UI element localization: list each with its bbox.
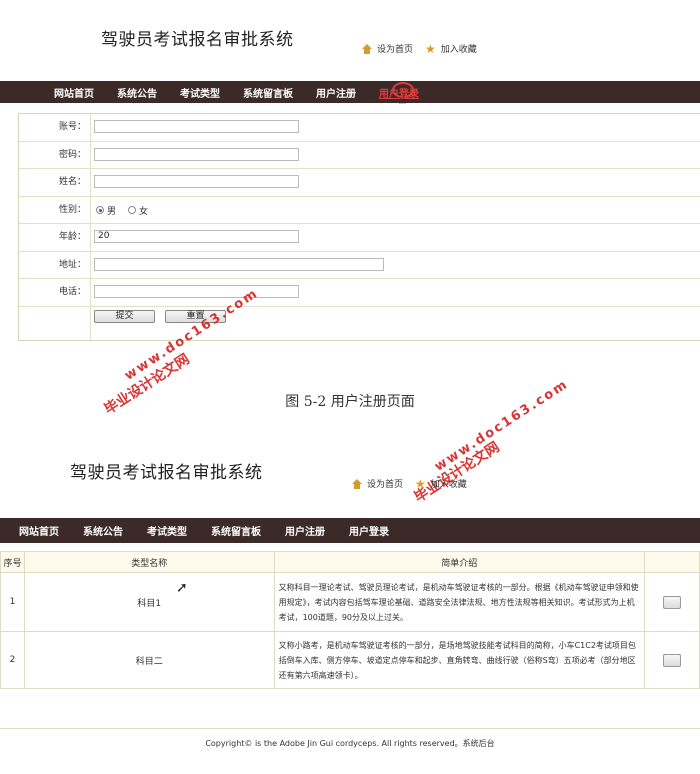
col-header-name: 类型名称	[23, 551, 275, 573]
main-nav-2: 网站首页 系统公告 考试类型 系统留言板 用户注册 用户登录	[0, 518, 700, 543]
add-favorite-label: 加入收藏	[440, 45, 477, 55]
site-title: 驾驶员考试报名审批系统	[101, 30, 294, 50]
gender-female-label: 女	[139, 206, 149, 217]
row-no: 1	[0, 572, 25, 632]
account-label: 账号：	[19, 114, 91, 141]
address-row: 地址：	[19, 251, 700, 279]
nav-register-2[interactable]: 用户注册	[285, 523, 325, 538]
set-home-label: 设为首页	[377, 45, 414, 55]
nav-exam-types-2[interactable]: 考试类型	[147, 523, 187, 538]
name-input[interactable]	[94, 175, 299, 188]
account-row: 账号：	[19, 114, 700, 142]
address-label: 地址：	[19, 251, 91, 278]
home-icon	[352, 478, 362, 489]
footer-divider	[0, 728, 700, 729]
footer-copyright: Copyright© is the Adobe Jin Gui cordycep…	[205, 739, 495, 748]
arrow-cursor-icon: ➚	[176, 580, 188, 596]
row-no: 2	[0, 631, 25, 689]
nav-home-2[interactable]: 网站首页	[19, 523, 59, 538]
age-row: 年龄： 20	[19, 224, 700, 252]
submit-button[interactable]: 提交	[94, 309, 155, 323]
gender-row: 性别： 男 女	[19, 196, 700, 224]
nav-register[interactable]: 用户注册	[316, 85, 356, 100]
phone-row: 电话：	[19, 279, 700, 307]
name-label: 姓名：	[19, 169, 91, 196]
age-input[interactable]: 20	[94, 230, 299, 243]
col-header-desc: 简单介绍	[273, 551, 646, 573]
exam-type-table: 序号 类型名称 简单介绍 1 科目1 又称科目一理论考试、驾驶员理论考试，是机动…	[0, 551, 700, 689]
col-header-no: 序号	[0, 551, 25, 573]
detail-button[interactable]	[663, 653, 682, 667]
gender-male-radio[interactable]: 男	[96, 204, 116, 217]
hand-cursor-icon: ☝	[398, 92, 407, 108]
star-icon: ★	[425, 41, 436, 56]
address-input[interactable]	[94, 257, 384, 271]
gender-male-label: 男	[107, 206, 117, 217]
password-input[interactable]	[94, 147, 299, 161]
col-header-action	[644, 551, 700, 573]
age-label: 年龄：	[19, 224, 91, 251]
account-input[interactable]	[94, 120, 299, 133]
star-icon: ★	[415, 476, 426, 491]
table-row: 1 科目1 又称科目一理论考试、驾驶员理论考试，是机动车驾驶证考核的一部分。根据…	[0, 572, 700, 632]
row-description: 又称科目一理论考试、驾驶员理论考试，是机动车驾驶证考核的一部分。根据《机动车驾驶…	[273, 572, 646, 632]
nav-home[interactable]: 网站首页	[54, 85, 94, 100]
gender-label: 性别：	[19, 196, 91, 223]
table-header-row: 序号 类型名称 简单介绍	[0, 551, 700, 573]
add-favorite-link-2[interactable]: ★ 加入收藏	[415, 476, 467, 491]
password-label: 密码：	[19, 141, 91, 168]
registration-form: 账号： 密码： 姓名： 性别： 男 女 年龄： 20 地址： 电话： 提交 重置	[18, 113, 700, 342]
gender-radio-group: 男 女	[96, 204, 148, 217]
row-action	[644, 631, 700, 689]
radio-unchecked-icon	[128, 206, 137, 214]
row-type-name: 科目二	[23, 631, 275, 689]
nav-login-2[interactable]: 用户登录	[349, 523, 389, 538]
nav-announcements[interactable]: 系统公告	[117, 85, 157, 100]
main-nav: 网站首页 系统公告 考试类型 系统留言板 用户注册 用户登录	[0, 81, 700, 103]
row-action	[644, 572, 700, 632]
button-row: 提交 重置	[19, 306, 700, 342]
set-home-link-2[interactable]: 设为首页	[352, 477, 403, 490]
table-row: 2 科目二 又称小路考，是机动车驾驶证考核的一部分，是场地驾驶技能考试科目的简称…	[0, 631, 700, 689]
set-home-label-2: 设为首页	[367, 480, 404, 490]
detail-button[interactable]	[663, 595, 682, 609]
nav-exam-types[interactable]: 考试类型	[180, 85, 220, 100]
radio-checked-icon	[96, 206, 104, 214]
name-row: 姓名：	[19, 169, 700, 197]
nav-message-board[interactable]: 系统留言板	[243, 85, 293, 100]
site-title-2: 驾驶员考试报名审批系统	[70, 463, 263, 483]
row-description: 又称小路考，是机动车驾驶证考核的一部分，是场地驾驶技能考试科目的简称，小车C1C…	[273, 631, 646, 689]
phone-input[interactable]	[94, 285, 299, 298]
password-row: 密码：	[19, 141, 700, 169]
set-home-link[interactable]: 设为首页	[362, 42, 413, 55]
button-row-spacer	[19, 306, 91, 342]
home-icon	[362, 43, 372, 54]
add-favorite-label-2: 加入收藏	[430, 480, 467, 490]
top-links-2: 设为首页 ★ 加入收藏	[352, 477, 467, 490]
gender-female-radio[interactable]: 女	[128, 204, 148, 217]
nav-announcements-2[interactable]: 系统公告	[83, 523, 123, 538]
phone-label: 电话：	[19, 279, 91, 306]
row-type-name: 科目1	[23, 572, 275, 632]
add-favorite-link[interactable]: ★ 加入收藏	[425, 41, 477, 56]
top-links: 设为首页 ★ 加入收藏	[362, 42, 477, 55]
nav-message-board-2[interactable]: 系统留言板	[211, 523, 261, 538]
